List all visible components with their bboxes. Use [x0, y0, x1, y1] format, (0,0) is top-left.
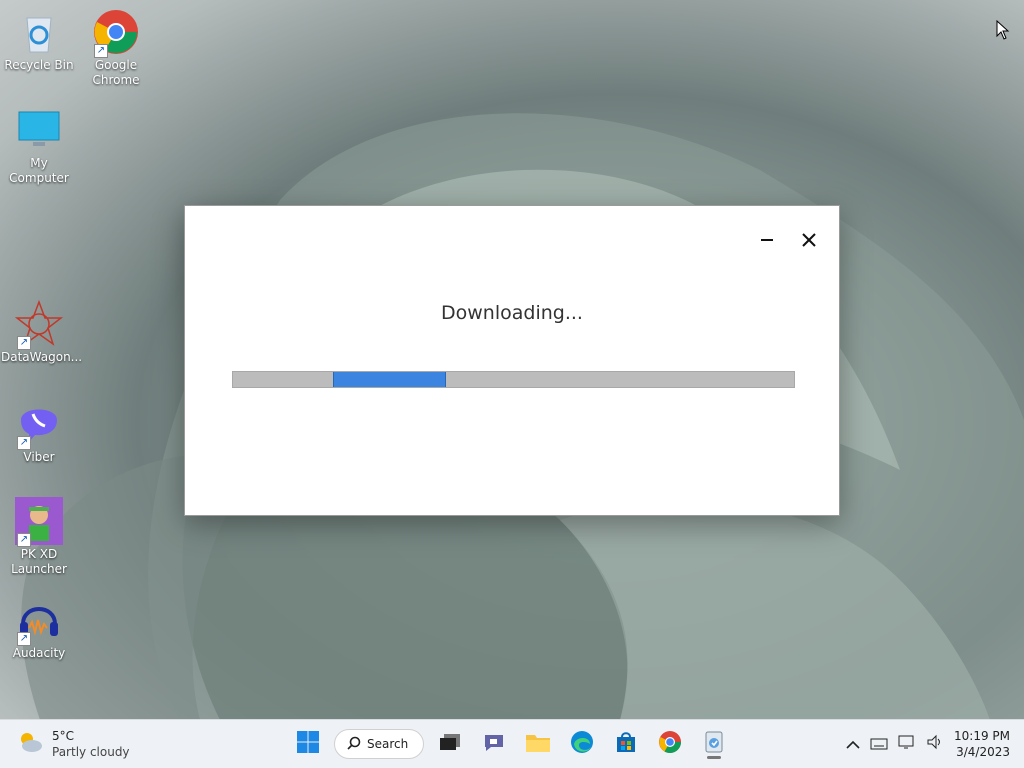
download-status-text: Downloading... — [441, 302, 583, 324]
start-button[interactable] — [290, 726, 326, 762]
shortcut-arrow-icon: ↗ — [17, 336, 31, 350]
shortcut-arrow-icon: ↗ — [94, 44, 108, 58]
desktop-icon-recycle-bin[interactable]: Recycle Bin — [1, 8, 77, 73]
taskbar-search-button[interactable]: Search — [334, 729, 424, 759]
weather-condition: Partly cloudy — [52, 745, 130, 759]
file-explorer-button[interactable] — [520, 726, 556, 762]
partly-cloudy-icon — [16, 728, 44, 760]
windows-logo-icon — [296, 730, 320, 758]
desktop-icon-label: Viber — [23, 450, 55, 464]
shortcut-arrow-icon: ↗ — [17, 436, 31, 450]
desktop-icon-label: PK XD Launcher — [11, 547, 67, 576]
datawagon-icon: ↗ — [14, 299, 64, 350]
installer-taskbar-button[interactable] — [696, 726, 732, 762]
edge-button[interactable] — [564, 726, 600, 762]
desktop-icon-datawagon[interactable]: ↗ DataWagon... — [1, 299, 83, 365]
chat-button[interactable] — [476, 726, 512, 762]
clock-date: 3/4/2023 — [956, 745, 1010, 759]
shortcut-arrow-icon: ↗ — [17, 533, 31, 547]
desktop-icon-label: Google Chrome — [92, 58, 140, 87]
microsoft-store-button[interactable] — [608, 726, 644, 762]
close-button[interactable] — [793, 224, 825, 256]
taskbar: 5°C Partly cloudy Search 10:19 PM 3/4/20… — [0, 719, 1024, 768]
mouse-cursor-icon — [996, 19, 1010, 44]
search-label: Search — [367, 737, 409, 751]
installer-icon — [702, 730, 726, 758]
close-icon — [802, 228, 816, 253]
weather-temperature: 5°C — [52, 729, 75, 743]
task-view-icon — [439, 733, 461, 755]
active-app-indicator — [707, 756, 721, 759]
desktop-icon-google-chrome[interactable]: ↗ Google Chrome — [78, 8, 154, 88]
download-dialog: Downloading... — [184, 205, 840, 516]
store-icon — [614, 730, 638, 758]
audacity-icon: ↗ — [15, 596, 63, 646]
volume-icon[interactable] — [926, 734, 944, 754]
teams-chat-icon — [482, 730, 506, 758]
desktop-icon-audacity[interactable]: ↗ Audacity — [1, 596, 77, 661]
pk-xd-icon: ↗ — [15, 497, 63, 547]
chrome-icon — [658, 730, 682, 758]
download-progress-bar — [232, 371, 795, 388]
desktop-icon-label: Recycle Bin — [4, 58, 74, 72]
clock-time: 10:19 PM — [954, 729, 1010, 743]
minimize-icon — [760, 228, 774, 253]
desktop-icon-label: Audacity — [12, 646, 66, 660]
minimize-button[interactable] — [751, 224, 783, 256]
desktop-icon-pk-xd-launcher[interactable]: ↗ PK XD Launcher — [1, 497, 77, 577]
desktop-icon-label: My Computer — [9, 156, 69, 185]
recycle-bin-icon — [15, 8, 63, 56]
edge-icon — [570, 730, 594, 758]
monitor-icon — [15, 106, 63, 154]
taskbar-clock[interactable]: 10:19 PM 3/4/2023 — [954, 728, 1010, 760]
weather-widget[interactable]: 5°C Partly cloudy — [16, 728, 130, 760]
shortcut-arrow-icon: ↗ — [17, 632, 31, 646]
search-icon — [347, 736, 361, 753]
chrome-taskbar-button[interactable] — [652, 726, 688, 762]
desktop-icon-viber[interactable]: ↗ Viber — [1, 400, 77, 465]
show-hidden-icons-button[interactable] — [846, 735, 860, 754]
system-tray: 10:19 PM 3/4/2023 — [846, 728, 1010, 760]
keyboard-icon[interactable] — [870, 735, 888, 754]
chrome-icon: ↗ — [92, 8, 140, 58]
progress-indicator — [333, 372, 446, 387]
desktop-icon-label: DataWagon... — [1, 350, 83, 364]
network-icon[interactable] — [898, 734, 916, 754]
task-view-button[interactable] — [432, 726, 468, 762]
folder-icon — [525, 731, 551, 757]
viber-icon: ↗ — [15, 400, 63, 450]
desktop-icon-my-computer[interactable]: My Computer — [1, 106, 77, 186]
